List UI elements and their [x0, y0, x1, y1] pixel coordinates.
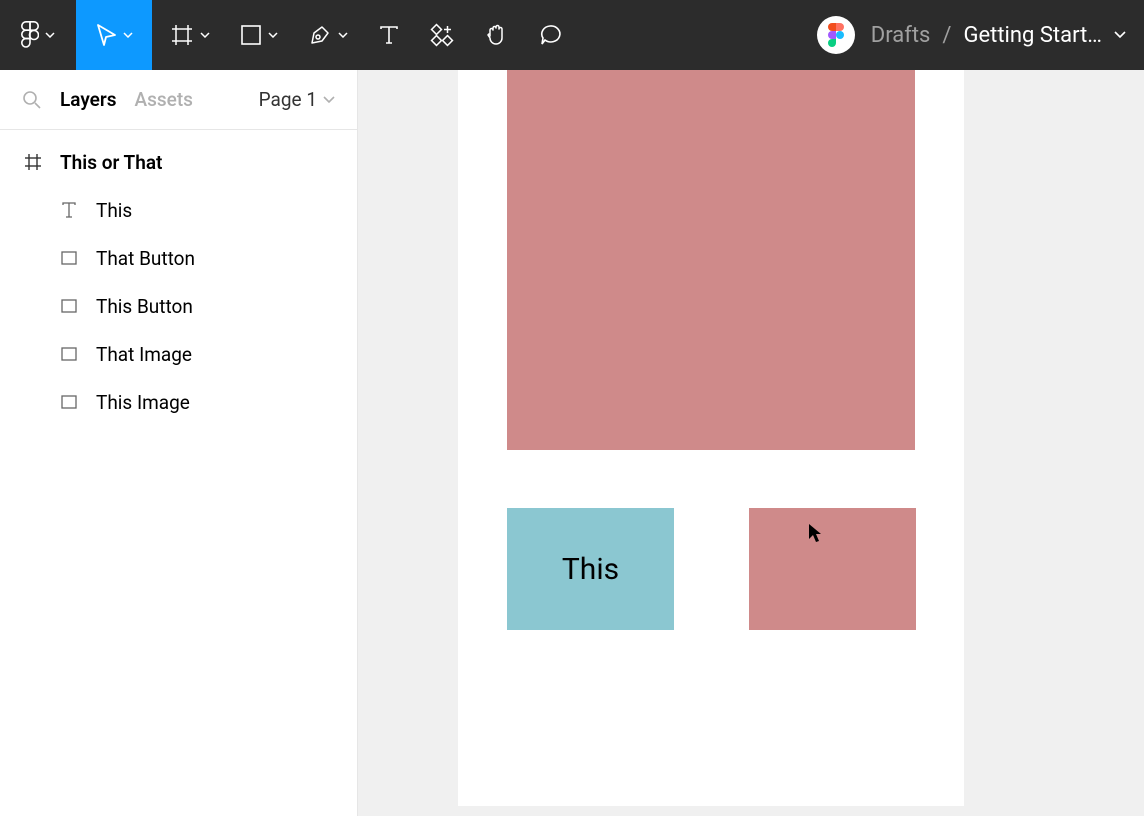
canvas[interactable]: This — [358, 70, 1144, 816]
canvas-that-image[interactable] — [507, 70, 915, 450]
shape-tool-button[interactable] — [228, 0, 290, 70]
hand-tool-button[interactable] — [472, 0, 520, 70]
canvas-that-button[interactable] — [749, 508, 916, 630]
frame-tool-icon — [170, 23, 194, 47]
chevron-down-icon[interactable] — [1114, 31, 1126, 39]
tab-layers[interactable]: Layers — [60, 88, 116, 111]
frame-icon — [22, 153, 44, 171]
breadcrumb: Drafts / Getting Start… — [871, 23, 1126, 48]
comment-tool-button[interactable] — [526, 0, 574, 70]
layer-item-this-text[interactable]: This — [0, 186, 357, 234]
move-tool-button[interactable] — [76, 0, 152, 70]
pen-tool-button[interactable] — [296, 0, 360, 70]
rectangle-layer-icon — [58, 251, 80, 265]
text-tool-icon — [378, 24, 400, 46]
rectangle-layer-icon — [58, 347, 80, 361]
layer-label: That Button — [96, 247, 195, 270]
rectangle-layer-icon — [58, 395, 80, 409]
comment-icon — [538, 23, 562, 47]
layer-label: This Image — [96, 391, 190, 414]
move-tool-icon — [95, 23, 117, 47]
tab-assets[interactable]: Assets — [134, 88, 192, 111]
hand-tool-icon — [484, 22, 508, 48]
cursor-icon — [808, 523, 824, 543]
layer-item-that-image[interactable]: That Image — [0, 330, 357, 378]
toolbar: Drafts / Getting Start… — [0, 0, 1144, 70]
canvas-this-button[interactable]: This — [507, 508, 674, 630]
layer-item-this-button[interactable]: This Button — [0, 282, 357, 330]
layer-item-this-image[interactable]: This Image — [0, 378, 357, 426]
page-selector-label: Page 1 — [259, 88, 317, 111]
text-layer-icon — [58, 202, 80, 218]
layer-label: This or That — [60, 151, 162, 174]
resources-tool-button[interactable] — [418, 0, 466, 70]
chevron-down-icon — [268, 32, 278, 38]
layer-label: This — [96, 199, 132, 222]
figma-logo-icon — [21, 21, 39, 49]
layers-panel: Layers Assets Page 1 This or That — [0, 70, 358, 816]
resources-icon — [430, 23, 454, 47]
breadcrumb-filename[interactable]: Getting Start… — [964, 23, 1103, 48]
chevron-down-icon — [200, 32, 210, 38]
breadcrumb-drafts[interactable]: Drafts — [871, 23, 931, 48]
figma-menu-button[interactable] — [0, 0, 76, 70]
breadcrumb-separator: / — [942, 23, 951, 48]
layers-list: This or That This That Button — [0, 130, 357, 426]
canvas-this-button-label: This — [562, 552, 619, 587]
text-tool-button[interactable] — [366, 0, 412, 70]
project-area: Drafts / Getting Start… — [817, 16, 1144, 54]
pen-tool-icon — [308, 23, 332, 47]
search-icon[interactable] — [22, 90, 42, 110]
frame-tool-button[interactable] — [158, 0, 222, 70]
page-selector[interactable]: Page 1 — [259, 88, 335, 111]
layer-label: That Image — [96, 343, 192, 366]
chevron-down-icon — [123, 32, 133, 38]
layer-item-that-button[interactable]: That Button — [0, 234, 357, 282]
rectangle-layer-icon — [58, 299, 80, 313]
layer-label: This Button — [96, 295, 193, 318]
layers-panel-header: Layers Assets Page 1 — [0, 70, 357, 130]
chevron-down-icon — [45, 32, 55, 38]
chevron-down-icon — [338, 32, 348, 38]
rectangle-tool-icon — [240, 24, 262, 46]
chevron-down-icon — [323, 96, 335, 104]
artboard-frame[interactable]: This — [458, 70, 964, 806]
figma-avatar-icon[interactable] — [817, 16, 855, 54]
layer-frame-root[interactable]: This or That — [0, 138, 357, 186]
